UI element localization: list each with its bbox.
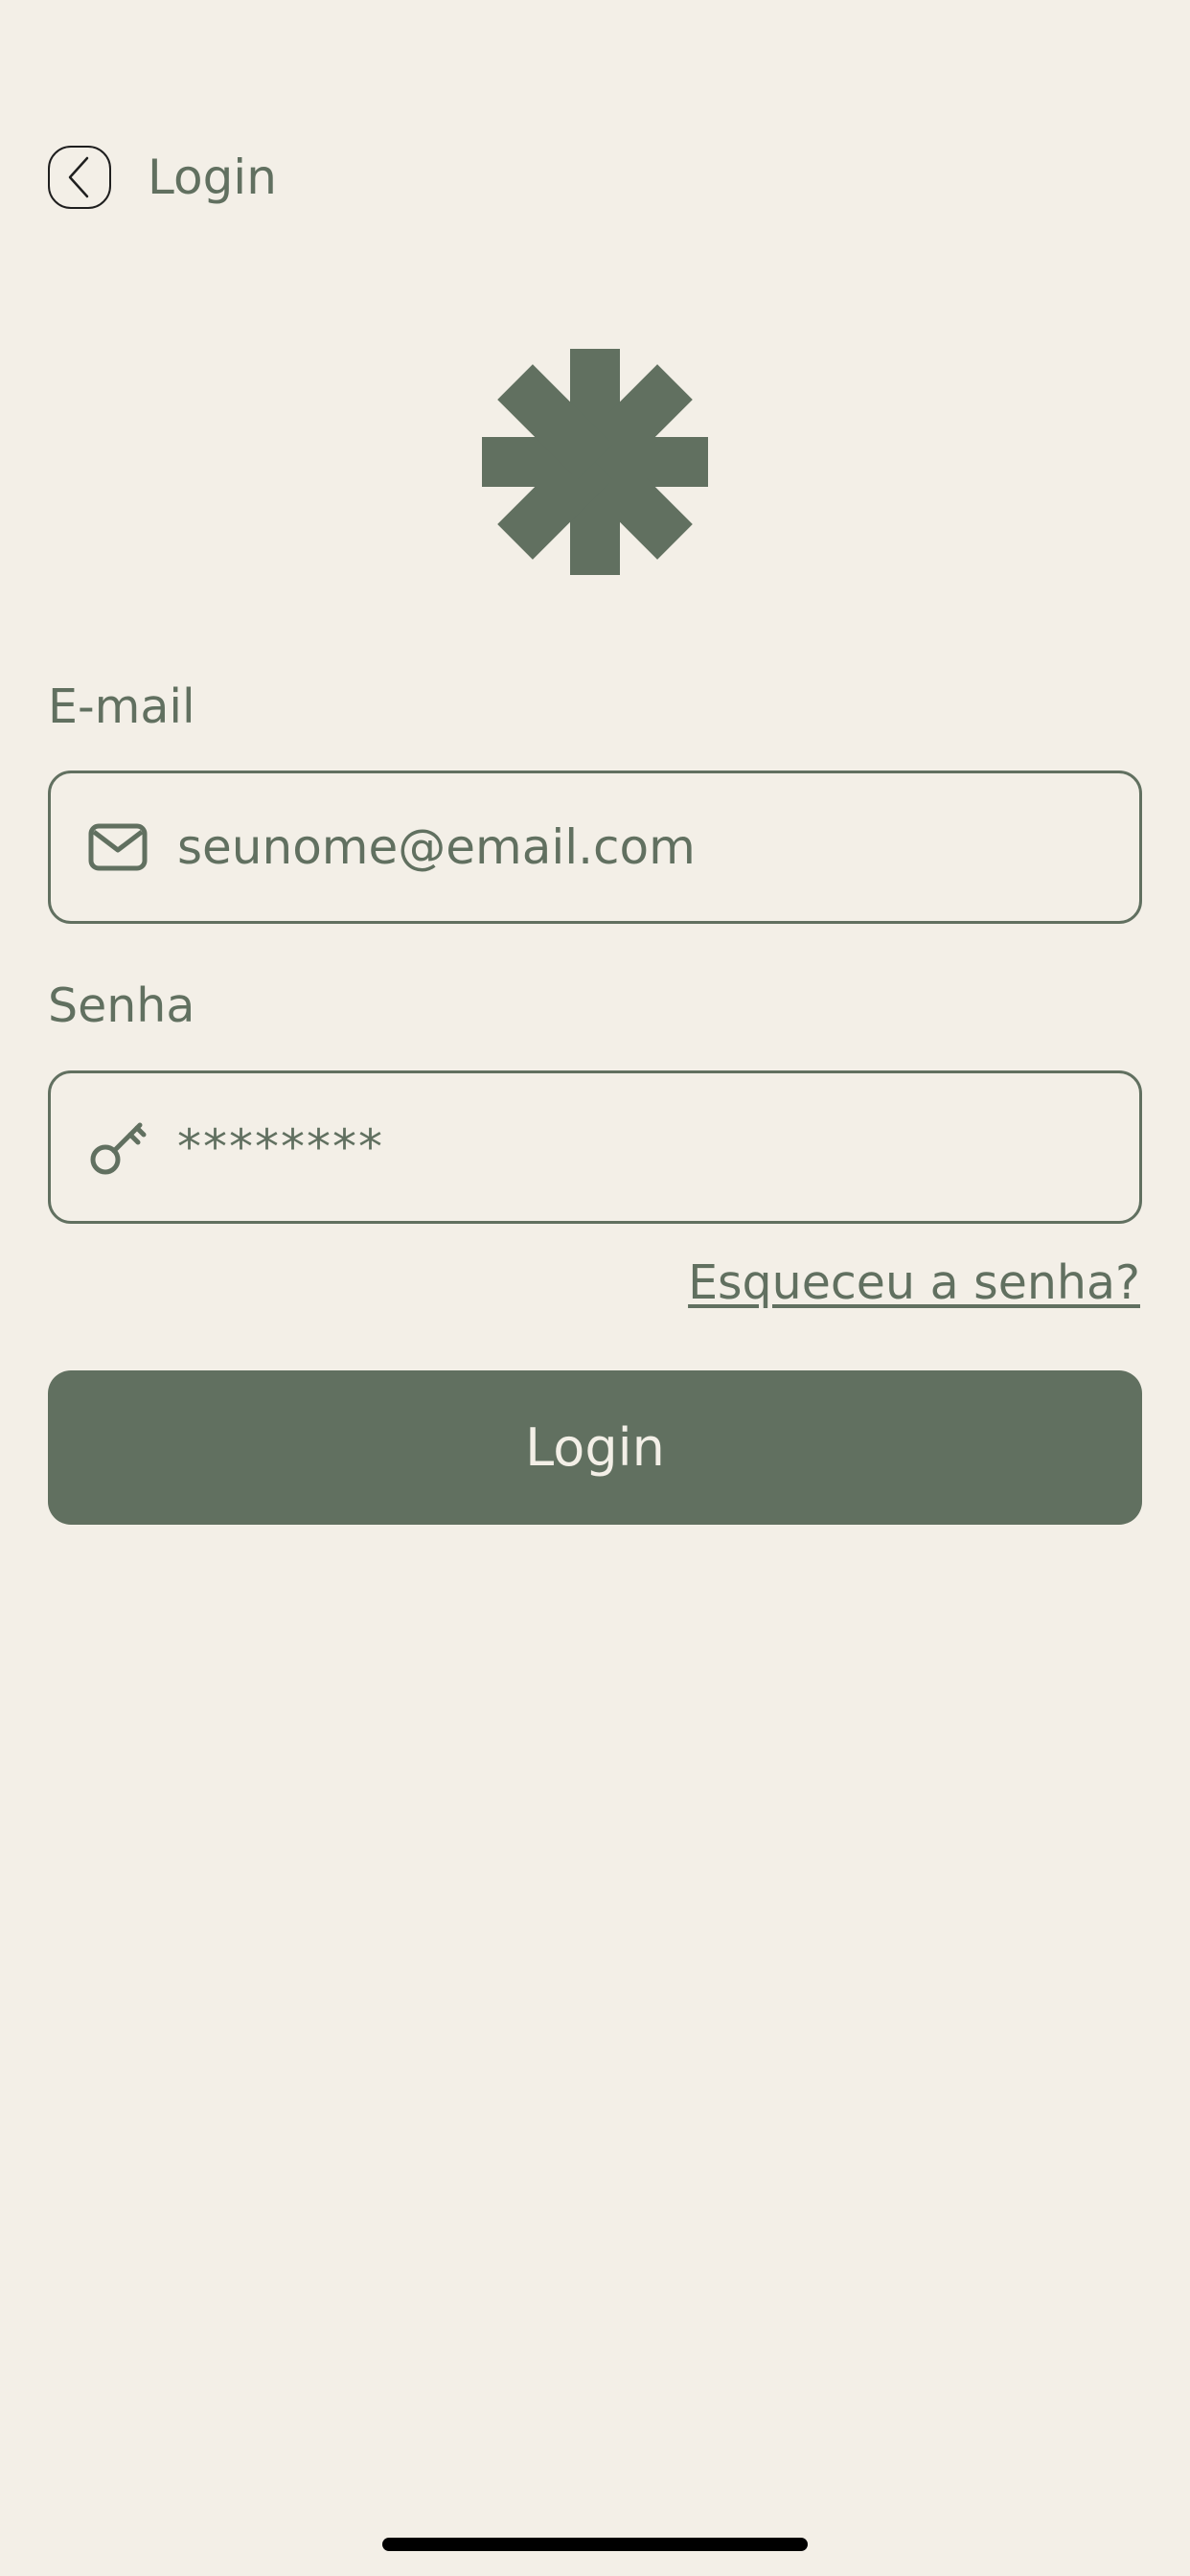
key-icon <box>87 1116 149 1178</box>
mail-icon <box>87 816 149 878</box>
asterisk-logo-icon <box>482 349 708 575</box>
page-title: Login <box>148 150 277 205</box>
password-value: ******** <box>177 1119 384 1175</box>
password-label: Senha <box>48 978 195 1033</box>
back-button[interactable] <box>48 146 111 209</box>
email-label: E-mail <box>48 679 195 734</box>
login-button[interactable]: Login <box>48 1370 1142 1525</box>
forgot-password-link[interactable]: Esqueceu a senha? <box>688 1255 1140 1310</box>
home-indicator <box>382 2538 808 2551</box>
chevron-left-icon <box>68 156 89 198</box>
password-field[interactable]: ******** <box>48 1070 1142 1224</box>
header: Login <box>48 143 277 212</box>
logo <box>482 349 708 575</box>
email-field[interactable]: seunome@email.com <box>48 770 1142 924</box>
email-value: seunome@email.com <box>177 819 696 875</box>
